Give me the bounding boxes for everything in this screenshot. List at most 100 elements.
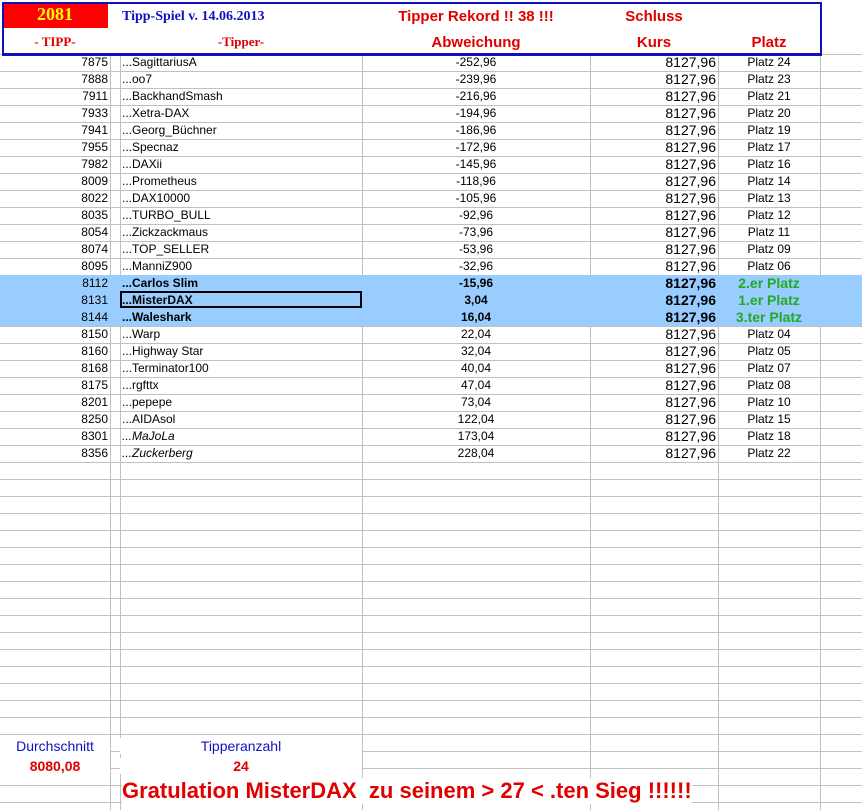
tipp-cell[interactable]: 8144 bbox=[0, 309, 108, 326]
tipp-cell[interactable]: 8009 bbox=[0, 173, 108, 190]
platz-cell[interactable]: Platz 04 bbox=[718, 326, 820, 343]
tipp-cell[interactable]: 8250 bbox=[0, 411, 108, 428]
tipper-cell[interactable]: ...Highway Star bbox=[122, 343, 203, 360]
platz-cell[interactable]: Platz 09 bbox=[718, 241, 820, 258]
platz-cell[interactable]: Platz 11 bbox=[718, 224, 820, 241]
tipper-cell[interactable]: ...ManniZ900 bbox=[122, 258, 192, 275]
abweichung-cell[interactable]: -73,96 bbox=[362, 224, 590, 241]
tipper-cell[interactable]: ...DAX10000 bbox=[122, 190, 190, 207]
tipper-cell[interactable]: ...Terminator100 bbox=[122, 360, 209, 377]
tipper-cell[interactable]: ...Prometheus bbox=[122, 173, 197, 190]
abweichung-cell[interactable]: -145,96 bbox=[362, 156, 590, 173]
tipper-cell[interactable]: ...pepepe bbox=[122, 394, 172, 411]
kurs-cell[interactable]: 8127,96 bbox=[590, 394, 716, 411]
abweichung-cell[interactable]: -172,96 bbox=[362, 139, 590, 156]
platz-cell[interactable]: Platz 14 bbox=[718, 173, 820, 190]
platz-cell[interactable]: Platz 10 bbox=[718, 394, 820, 411]
platz-cell[interactable]: Platz 16 bbox=[718, 156, 820, 173]
tipp-cell[interactable]: 8112 bbox=[0, 275, 108, 292]
abweichung-cell[interactable]: -92,96 bbox=[362, 207, 590, 224]
tipper-cell[interactable]: ...Warp bbox=[122, 326, 160, 343]
tipp-cell[interactable]: 7888 bbox=[0, 71, 108, 88]
platz-cell[interactable]: Platz 06 bbox=[718, 258, 820, 275]
platz-cell[interactable]: Platz 12 bbox=[718, 207, 820, 224]
kurs-cell[interactable]: 8127,96 bbox=[590, 360, 716, 377]
tipp-cell[interactable]: 7911 bbox=[0, 88, 108, 105]
tipper-cell[interactable]: ...MaJoLa bbox=[122, 428, 175, 445]
tipper-cell[interactable]: ...DAXii bbox=[122, 156, 162, 173]
tipp-cell[interactable]: 8054 bbox=[0, 224, 108, 241]
platz-cell[interactable]: Platz 21 bbox=[718, 88, 820, 105]
tipper-cell[interactable]: ...Specnaz bbox=[122, 139, 179, 156]
tipp-cell[interactable]: 8150 bbox=[0, 326, 108, 343]
tipper-cell[interactable]: ...TURBO_BULL bbox=[122, 207, 211, 224]
platz-cell[interactable]: Platz 15 bbox=[718, 411, 820, 428]
kurs-cell[interactable]: 8127,96 bbox=[590, 207, 716, 224]
tipper-cell[interactable]: ...TOP_SELLER bbox=[122, 241, 209, 258]
kurs-cell[interactable]: 8127,96 bbox=[590, 71, 716, 88]
platz-cell[interactable]: Platz 17 bbox=[718, 139, 820, 156]
abweichung-cell[interactable]: 32,04 bbox=[362, 343, 590, 360]
abweichung-cell[interactable]: -32,96 bbox=[362, 258, 590, 275]
abweichung-cell[interactable]: 122,04 bbox=[362, 411, 590, 428]
kurs-cell[interactable]: 8127,96 bbox=[590, 190, 716, 207]
abweichung-cell[interactable]: -15,96 bbox=[362, 275, 590, 292]
abweichung-cell[interactable]: 47,04 bbox=[362, 377, 590, 394]
tipper-cell[interactable]: ...AIDAsol bbox=[122, 411, 175, 428]
tipper-cell[interactable]: ...Georg_Büchner bbox=[122, 122, 217, 139]
tipper-cell[interactable]: ...Waleshark bbox=[122, 309, 192, 326]
platz-cell[interactable]: Platz 19 bbox=[718, 122, 820, 139]
tipp-cell[interactable]: 8168 bbox=[0, 360, 108, 377]
kurs-cell[interactable]: 8127,96 bbox=[590, 326, 716, 343]
tipp-cell[interactable]: 8095 bbox=[0, 258, 108, 275]
tipper-cell[interactable]: ...BackhandSmash bbox=[122, 88, 223, 105]
tipp-cell[interactable]: 8201 bbox=[0, 394, 108, 411]
tipper-cell[interactable]: ...Zickzackmaus bbox=[122, 224, 208, 241]
tipper-cell[interactable]: ...SagittariusA bbox=[122, 54, 197, 71]
kurs-cell[interactable]: 8127,96 bbox=[590, 258, 716, 275]
abweichung-cell[interactable]: 228,04 bbox=[362, 445, 590, 462]
kurs-cell[interactable]: 8127,96 bbox=[590, 411, 716, 428]
platz-cell[interactable]: 1.er Platz bbox=[718, 292, 820, 309]
tipp-cell[interactable]: 7933 bbox=[0, 105, 108, 122]
platz-cell[interactable]: 2.er Platz bbox=[718, 275, 820, 292]
kurs-cell[interactable]: 8127,96 bbox=[590, 428, 716, 445]
kurs-cell[interactable]: 8127,96 bbox=[590, 309, 716, 326]
abweichung-cell[interactable]: 73,04 bbox=[362, 394, 590, 411]
abweichung-cell[interactable]: -239,96 bbox=[362, 71, 590, 88]
tipp-cell[interactable]: 8035 bbox=[0, 207, 108, 224]
kurs-cell[interactable]: 8127,96 bbox=[590, 139, 716, 156]
tipper-cell[interactable]: ...Carlos Slim bbox=[122, 275, 198, 292]
abweichung-cell[interactable]: -216,96 bbox=[362, 88, 590, 105]
kurs-cell[interactable]: 8127,96 bbox=[590, 241, 716, 258]
tipp-cell[interactable]: 7875 bbox=[0, 54, 108, 71]
tipp-cell[interactable]: 7955 bbox=[0, 139, 108, 156]
platz-cell[interactable]: Platz 23 bbox=[718, 71, 820, 88]
kurs-cell[interactable]: 8127,96 bbox=[590, 173, 716, 190]
kurs-cell[interactable]: 8127,96 bbox=[590, 54, 716, 71]
kurs-cell[interactable]: 8127,96 bbox=[590, 343, 716, 360]
platz-cell[interactable]: Platz 13 bbox=[718, 190, 820, 207]
platz-cell[interactable]: Platz 18 bbox=[718, 428, 820, 445]
abweichung-cell[interactable]: 3,04 bbox=[362, 292, 590, 309]
tipp-cell[interactable]: 8160 bbox=[0, 343, 108, 360]
kurs-cell[interactable]: 8127,96 bbox=[590, 156, 716, 173]
tipp-cell[interactable]: 7982 bbox=[0, 156, 108, 173]
abweichung-cell[interactable]: 173,04 bbox=[362, 428, 590, 445]
platz-cell[interactable]: Platz 22 bbox=[718, 445, 820, 462]
abweichung-cell[interactable]: 16,04 bbox=[362, 309, 590, 326]
kurs-cell[interactable]: 8127,96 bbox=[590, 445, 716, 462]
platz-cell[interactable]: Platz 20 bbox=[718, 105, 820, 122]
platz-cell[interactable]: Platz 08 bbox=[718, 377, 820, 394]
kurs-cell[interactable]: 8127,96 bbox=[590, 292, 716, 309]
abweichung-cell[interactable]: -105,96 bbox=[362, 190, 590, 207]
tipp-cell[interactable]: 8356 bbox=[0, 445, 108, 462]
tipper-cell[interactable]: ...rgfttx bbox=[122, 377, 159, 394]
tipp-cell[interactable]: 8022 bbox=[0, 190, 108, 207]
platz-cell[interactable]: Platz 05 bbox=[718, 343, 820, 360]
platz-cell[interactable]: Platz 24 bbox=[718, 54, 820, 71]
abweichung-cell[interactable]: -53,96 bbox=[362, 241, 590, 258]
platz-cell[interactable]: 3.ter Platz bbox=[718, 309, 820, 326]
abweichung-cell[interactable]: 22,04 bbox=[362, 326, 590, 343]
platz-cell[interactable]: Platz 07 bbox=[718, 360, 820, 377]
